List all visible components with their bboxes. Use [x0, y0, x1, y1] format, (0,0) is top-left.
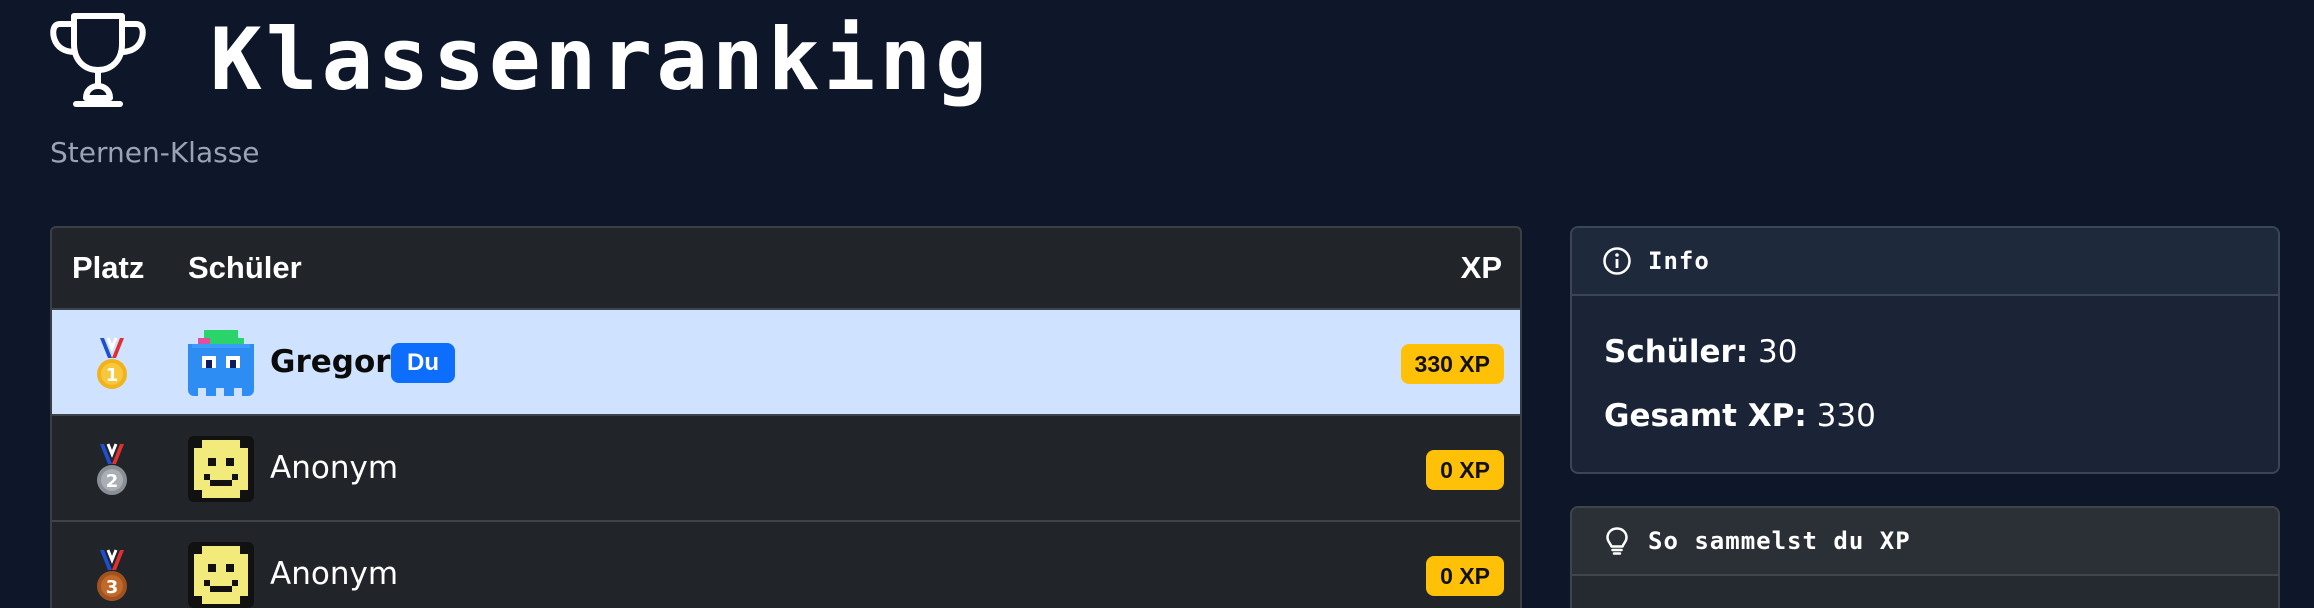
students-label: Schüler: — [1604, 334, 1749, 370]
info-card: Info Schüler: 30 Gesamt XP: 330 — [1570, 226, 2280, 474]
table-row[interactable]: 1 Gregor Du 330 XP — [52, 310, 1520, 416]
xp-tips-card-header: So sammelst du XP — [1572, 508, 2278, 576]
info-card-title: Info — [1648, 247, 1710, 275]
xp-badge: 0 XP — [1426, 450, 1504, 490]
table-header: Platz Schüler XP — [52, 228, 1520, 310]
lightbulb-icon — [1606, 527, 1628, 555]
table-row[interactable]: 3 Anonym 0 XP — [52, 522, 1520, 608]
ranking-table: Platz Schüler XP 1 Gregor Du 330 XP 2 An… — [50, 226, 1522, 608]
xp-badge: 330 XP — [1400, 344, 1504, 384]
class-name: Sternen-Klasse — [50, 136, 260, 169]
total-xp-label: Gesamt XP: — [1604, 398, 1807, 434]
student-name: Anonym — [270, 556, 399, 592]
blue-ghost-avatar — [188, 330, 254, 396]
svg-text:3: 3 — [106, 577, 119, 598]
leaderboard-page: Klassenranking Sternen-Klasse Platz Schü… — [0, 0, 2314, 608]
info-card-header: Info — [1572, 228, 2278, 296]
xp-badge: 0 XP — [1426, 556, 1504, 596]
total-xp-value: 330 — [1816, 398, 1876, 434]
silver-medal-icon: 2 — [97, 443, 127, 495]
xp-tips-card: So sammelst du XP — [1570, 506, 2280, 608]
table-row[interactable]: 2 Anonym 0 XP — [52, 416, 1520, 522]
column-header-xp[interactable]: XP — [1461, 250, 1502, 286]
page-header: Klassenranking — [48, 10, 991, 110]
student-name: Anonym — [270, 450, 399, 486]
you-badge: Du — [391, 343, 455, 383]
student-name: Gregor — [270, 344, 391, 380]
gold-medal-icon: 1 — [97, 337, 127, 389]
smiley-avatar — [188, 542, 254, 608]
xp-tips-card-title: So sammelst du XP — [1648, 527, 1911, 555]
smiley-avatar — [188, 436, 254, 502]
students-value: 30 — [1758, 334, 1798, 370]
total-xp: Gesamt XP: 330 — [1604, 398, 1876, 434]
svg-text:1: 1 — [106, 365, 119, 386]
students-count: Schüler: 30 — [1604, 334, 1798, 370]
bronze-medal-icon: 3 — [97, 549, 127, 601]
svg-text:2: 2 — [106, 471, 119, 492]
info-icon — [1603, 247, 1631, 275]
column-header-student[interactable]: Schüler — [188, 250, 302, 286]
trophy-icon — [50, 13, 146, 107]
page-title: Klassenranking — [210, 10, 991, 110]
column-header-place[interactable]: Platz — [72, 250, 144, 286]
